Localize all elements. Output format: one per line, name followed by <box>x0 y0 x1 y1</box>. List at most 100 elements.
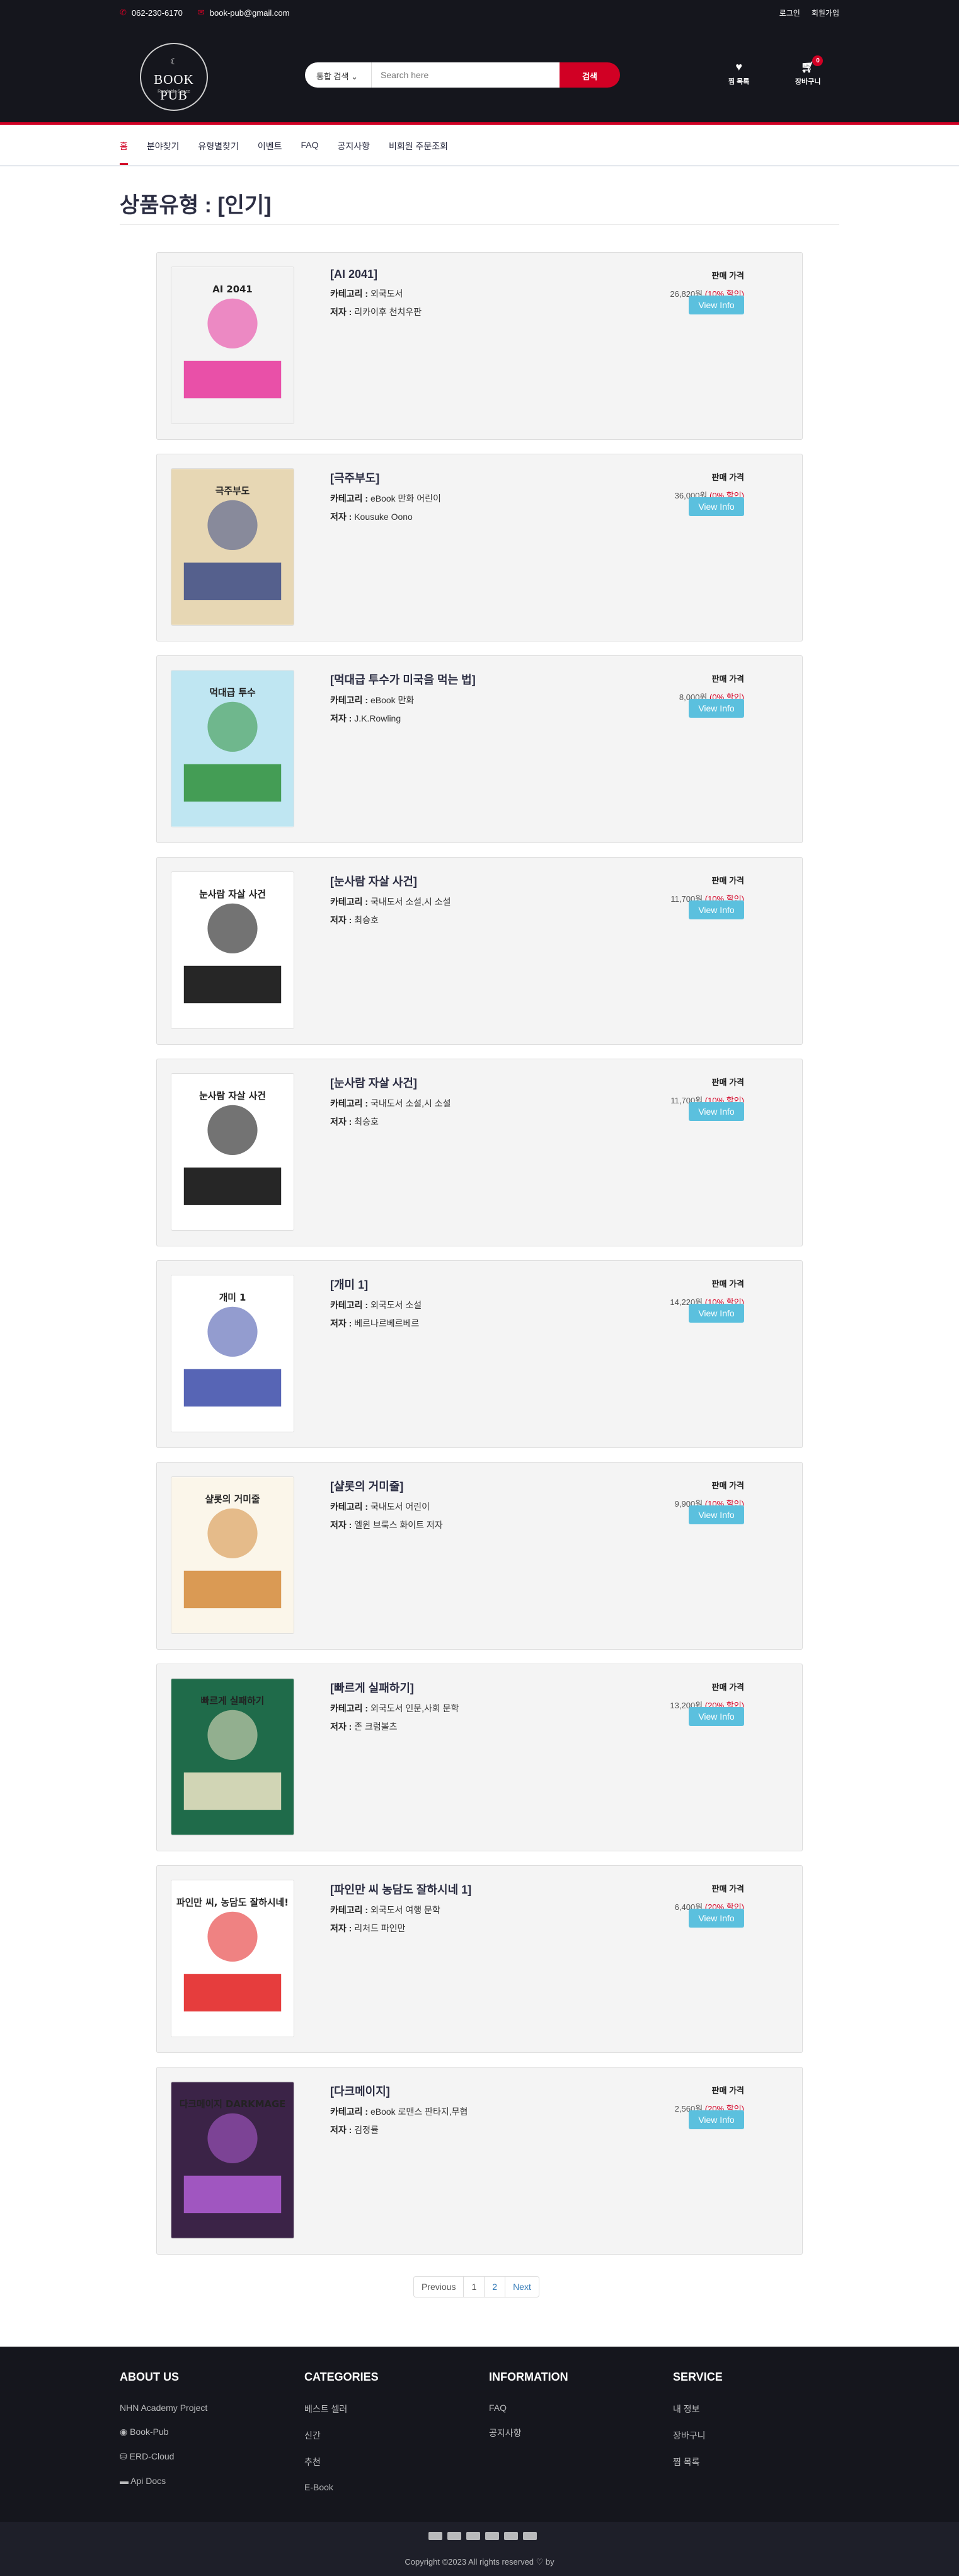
product-title[interactable]: [극주부도] <box>330 469 441 486</box>
product-title[interactable]: [눈사람 자살 사건] <box>330 873 451 889</box>
view-info-button[interactable]: View Info <box>689 2110 744 2129</box>
book-cover-image[interactable]: 극주부도 <box>171 468 294 626</box>
top-bar: ✆ 062-230-6170 ✉ book-pub@gmail.com 로그인 회원… <box>0 0 959 25</box>
footer-link-bestseller[interactable]: 베스트 셀러 <box>304 2403 379 2415</box>
view-info-button[interactable]: View Info <box>689 1707 744 1726</box>
product-info: [눈사람 자살 사건] 카테고리 : 국내도서 소설,시 소설 저자 : 최승호 <box>330 1074 451 1134</box>
product-info: [눈사람 자살 사건] 카테고리 : 국내도서 소설,시 소설 저자 : 최승호 <box>330 873 451 932</box>
view-info-button[interactable]: View Info <box>689 296 744 314</box>
footer: ABOUT US NHN Academy Project ◉ Book-Pub … <box>0 2347 959 2522</box>
email-contact: ✉ book-pub@gmail.com <box>197 8 290 18</box>
pagination-next[interactable]: Next <box>505 2277 539 2297</box>
product-title[interactable]: [개미 1] <box>330 1276 422 1292</box>
view-info-button[interactable]: View Info <box>689 1102 744 1121</box>
login-link[interactable]: 로그인 <box>779 8 800 18</box>
footer-link-my-info[interactable]: 내 정보 <box>673 2403 723 2415</box>
header: ☾ BOOK PUB Readable Space 통합 검색 ⌄ 검색 ♥ 찜… <box>0 25 959 125</box>
product-info: [AI 2041] 카테고리 : 외국도서 저자 : 리카이후 천치우판 <box>330 268 422 324</box>
pagination-page-2[interactable]: 2 <box>485 2277 506 2297</box>
product-card: 먹대급 투수 [먹대급 투수가 미국을 먹는 법] 카테고리 : eBook 만화 저… <box>156 655 803 843</box>
footer-information: INFORMATION FAQ 공지사항 <box>489 2371 568 2439</box>
pagination-page-1[interactable]: 1 <box>464 2277 485 2297</box>
product-info: [샬롯의 거미줄] 카테고리 : 국내도서 어린이 저자 : 엘윈 브룩스 화이트 … <box>330 1478 443 1537</box>
wishlist-button[interactable]: ♥ 찜 목록 <box>728 60 749 86</box>
product-title[interactable]: [샬롯의 거미줄] <box>330 1478 443 1494</box>
view-info-button[interactable]: View Info <box>689 1909 744 1928</box>
footer-service: SERVICE 내 정보 장바구니 찜 목록 <box>673 2371 723 2468</box>
view-info-button[interactable]: View Info <box>689 900 744 919</box>
product-title[interactable]: [다크메이지] <box>330 2083 468 2099</box>
page-title: 상품유형 : [인기] <box>120 193 272 217</box>
footer-link-recommend[interactable]: 추천 <box>304 2456 379 2468</box>
phone-icon: ✆ <box>120 8 127 17</box>
nav-events[interactable]: 이벤트 <box>258 127 282 165</box>
footer-link-new[interactable]: 신간 <box>304 2429 379 2442</box>
svg-text:샬롯의 거미줄: 샬롯의 거미줄 <box>205 1493 260 1505</box>
cart-count-badge: 0 <box>812 55 824 66</box>
product-category: 카테고리 : eBook 만화 <box>330 695 415 705</box>
product-title[interactable]: [AI 2041] <box>330 268 422 281</box>
book-cover-art: AI 2041 <box>171 267 294 423</box>
footer-link-ebook[interactable]: E-Book <box>304 2482 379 2492</box>
product-title[interactable]: [빠르게 실패하기] <box>330 1679 459 1696</box>
book-icon: ▬ <box>120 2476 129 2486</box>
product-title[interactable]: [눈사람 자살 사건] <box>330 1074 451 1091</box>
book-cover-image[interactable]: 빠르게 실패하기 <box>171 1678 294 1836</box>
product-title[interactable]: [먹대급 투수가 미국을 먹는 법] <box>330 671 476 687</box>
search-bar: 통합 검색 ⌄ 검색 <box>305 62 620 88</box>
product-author: 저자 : 최승호 <box>330 1117 379 1127</box>
cart-button[interactable]: 🛒︎ 0 장바구니 <box>795 55 824 86</box>
github-icon: ◉ <box>120 2427 128 2437</box>
book-cover-image[interactable]: 눈사람 자살 사건 <box>171 871 294 1029</box>
svg-text:AI 2041: AI 2041 <box>212 284 252 295</box>
book-cover-art: 다크메이지 DARKMAGE <box>171 2082 294 2238</box>
product-category: 카테고리 : 국내도서 어린이 <box>330 1502 430 1512</box>
book-cover-image[interactable]: 개미 1 <box>171 1275 294 1432</box>
card-icon <box>447 2532 461 2540</box>
product-card: 샬롯의 거미줄 [샬롯의 거미줄] 카테고리 : 국내도서 어린이 저자 : 엘윈 브… <box>156 1462 803 1650</box>
book-cover-image[interactable]: 샬롯의 거미줄 <box>171 1476 294 1634</box>
nav-guest-order[interactable]: 비회원 주문조회 <box>389 127 448 165</box>
api-docs-link[interactable]: ▬ Api Docs <box>120 2476 207 2486</box>
product-card: 눈사람 자살 사건 [눈사람 자살 사건] 카테고리 : 국내도서 소설,시 소설 저… <box>156 1059 803 1246</box>
nav-find-type[interactable]: 유형별찾기 <box>198 127 238 165</box>
view-info-button[interactable]: View Info <box>689 497 744 516</box>
github-link[interactable]: ◉ Book-Pub <box>120 2427 207 2437</box>
book-cover-image[interactable]: 눈사람 자살 사건 <box>171 1073 294 1231</box>
footer-link-cart[interactable]: 장바구니 <box>673 2429 723 2442</box>
view-info-button[interactable]: View Info <box>689 1505 744 1524</box>
product-category: 카테고리 : 외국도서 여행 문학 <box>330 1905 440 1915</box>
erd-cloud-link[interactable]: ⛁ ERD-Cloud <box>120 2451 207 2462</box>
view-info-button[interactable]: View Info <box>689 1304 744 1323</box>
footer-link-notices[interactable]: 공지사항 <box>489 2427 568 2439</box>
nav-find-field[interactable]: 분야찾기 <box>147 127 180 165</box>
product-card: 다크메이지 DARKMAGE [다크메이지] 카테고리 : eBook 로맨스 판타… <box>156 2067 803 2255</box>
book-cover-image[interactable]: 다크메이지 DARKMAGE <box>171 2081 294 2239</box>
product-category: 카테고리 : 국내도서 소설,시 소설 <box>330 897 451 907</box>
footer-link-wishlist[interactable]: 찜 목록 <box>673 2456 723 2468</box>
main-nav: 홈 분야찾기 유형별찾기 이벤트 FAQ 공지사항 비회원 주문조회 <box>0 127 959 166</box>
search-category-select[interactable]: 통합 검색 ⌄ <box>305 62 372 88</box>
search-button[interactable]: 검색 <box>560 62 620 88</box>
product-title[interactable]: [파인만 씨 농담도 잘하시네 1] <box>330 1881 471 1897</box>
nav-faq[interactable]: FAQ <box>301 127 318 165</box>
svg-text:눈사람 자살 사건: 눈사람 자살 사건 <box>199 889 266 900</box>
product-card: 극주부도 [극주부도] 카테고리 : eBook 만화 어린이 저자 : Kousuk… <box>156 454 803 641</box>
book-cover-art: 파인만 씨, 농담도 잘하시네! <box>171 1880 294 2037</box>
book-cover-image[interactable]: 파인만 씨, 농담도 잘하시네! <box>171 1880 294 2037</box>
book-cover-image[interactable]: 먹대급 투수 <box>171 670 294 827</box>
footer-link-faq[interactable]: FAQ <box>489 2403 568 2413</box>
product-card: 눈사람 자살 사건 [눈사람 자살 사건] 카테고리 : 국내도서 소설,시 소설 저… <box>156 857 803 1045</box>
svg-text:개미 1: 개미 1 <box>219 1292 246 1303</box>
signup-link[interactable]: 회원가입 <box>812 8 839 18</box>
svg-text:다크메이지 DARKMAGE: 다크메이지 DARKMAGE <box>180 2099 286 2110</box>
search-input[interactable] <box>372 62 560 88</box>
book-cover-art: 눈사람 자살 사건 <box>171 872 294 1028</box>
book-cover-art: 먹대급 투수 <box>171 670 294 827</box>
pagination-previous[interactable]: Previous <box>414 2277 464 2297</box>
nav-notices[interactable]: 공지사항 <box>337 127 370 165</box>
logo[interactable]: ☾ BOOK PUB Readable Space <box>140 43 208 111</box>
nav-home[interactable]: 홈 <box>120 127 128 165</box>
book-cover-image[interactable]: AI 2041 <box>171 267 294 424</box>
view-info-button[interactable]: View Info <box>689 699 744 718</box>
